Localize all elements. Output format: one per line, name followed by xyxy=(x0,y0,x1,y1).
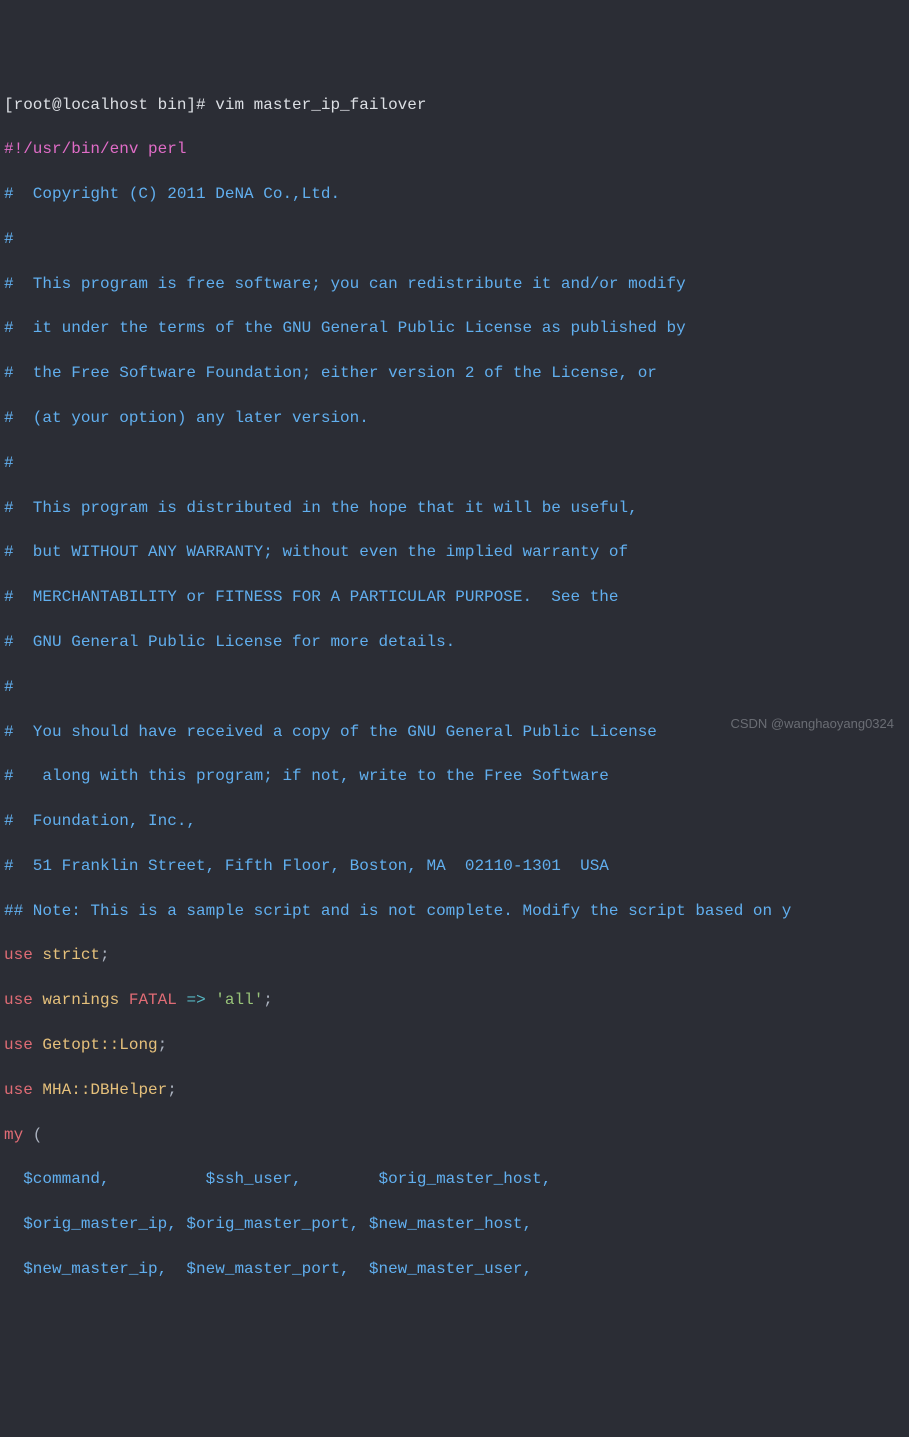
semicolon: ; xyxy=(100,946,110,964)
var-line-3: $new_master_ip, $new_master_port, $new_m… xyxy=(4,1258,905,1280)
semicolon: ; xyxy=(158,1036,168,1054)
prompt-line: [root@localhost bin]# vim master_ip_fail… xyxy=(4,94,905,116)
use-getopt-line: use Getopt::Long; xyxy=(4,1034,905,1056)
open-paren: ( xyxy=(23,1126,42,1144)
use-keyword: use xyxy=(4,946,33,964)
comment-empty: # xyxy=(4,228,905,250)
comment-warranty-4: # GNU General Public License for more de… xyxy=(4,631,905,653)
comment-license-4: # (at your option) any later version. xyxy=(4,407,905,429)
fat-arrow: => xyxy=(186,991,205,1009)
watermark-text: CSDN @wanghaoyang0324 xyxy=(730,715,894,733)
fatal-constant: FATAL xyxy=(129,991,177,1009)
terminal-content[interactable]: [root@localhost bin]# vim master_ip_fail… xyxy=(4,94,905,1281)
comment-gpl-2: # along with this program; if not, write… xyxy=(4,765,905,787)
all-string: 'all' xyxy=(215,991,263,1009)
use-mha-line: use MHA::DBHelper; xyxy=(4,1079,905,1101)
comment-gpl-3: # Foundation, Inc., xyxy=(4,810,905,832)
comment-license-1: # This program is free software; you can… xyxy=(4,273,905,295)
comment-copyright: # Copyright (C) 2011 DeNA Co.,Ltd. xyxy=(4,183,905,205)
semicolon: ; xyxy=(167,1081,177,1099)
use-strict-line: use strict; xyxy=(4,944,905,966)
my-keyword: my xyxy=(4,1126,23,1144)
var-line-1: $command, $ssh_user, $orig_master_host, xyxy=(4,1168,905,1190)
comment-license-3: # the Free Software Foundation; either v… xyxy=(4,362,905,384)
comment-empty: # xyxy=(4,676,905,698)
mha-module: MHA::DBHelper xyxy=(42,1081,167,1099)
comment-warranty-2: # but WITHOUT ANY WARRANTY; without even… xyxy=(4,541,905,563)
comment-license-2: # it under the terms of the GNU General … xyxy=(4,317,905,339)
shell-prompt: [root@localhost bin]# xyxy=(4,96,215,114)
use-keyword: use xyxy=(4,991,33,1009)
use-warnings-line: use warnings FATAL => 'all'; xyxy=(4,989,905,1011)
comment-note: ## Note: This is a sample script and is … xyxy=(4,900,905,922)
vim-command: vim master_ip_failover xyxy=(215,96,426,114)
var-line-2: $orig_master_ip, $orig_master_port, $new… xyxy=(4,1213,905,1235)
shebang-line: #!/usr/bin/env perl xyxy=(4,138,905,160)
comment-warranty-1: # This program is distributed in the hop… xyxy=(4,497,905,519)
warnings-module: warnings xyxy=(42,991,119,1009)
semicolon: ; xyxy=(263,991,273,1009)
use-keyword: use xyxy=(4,1081,33,1099)
comment-address: # 51 Franklin Street, Fifth Floor, Bosto… xyxy=(4,855,905,877)
comment-warranty-3: # MERCHANTABILITY or FITNESS FOR A PARTI… xyxy=(4,586,905,608)
strict-module: strict xyxy=(42,946,100,964)
my-declaration-line: my ( xyxy=(4,1124,905,1146)
getopt-module: Getopt::Long xyxy=(42,1036,157,1054)
use-keyword: use xyxy=(4,1036,33,1054)
comment-empty: # xyxy=(4,452,905,474)
